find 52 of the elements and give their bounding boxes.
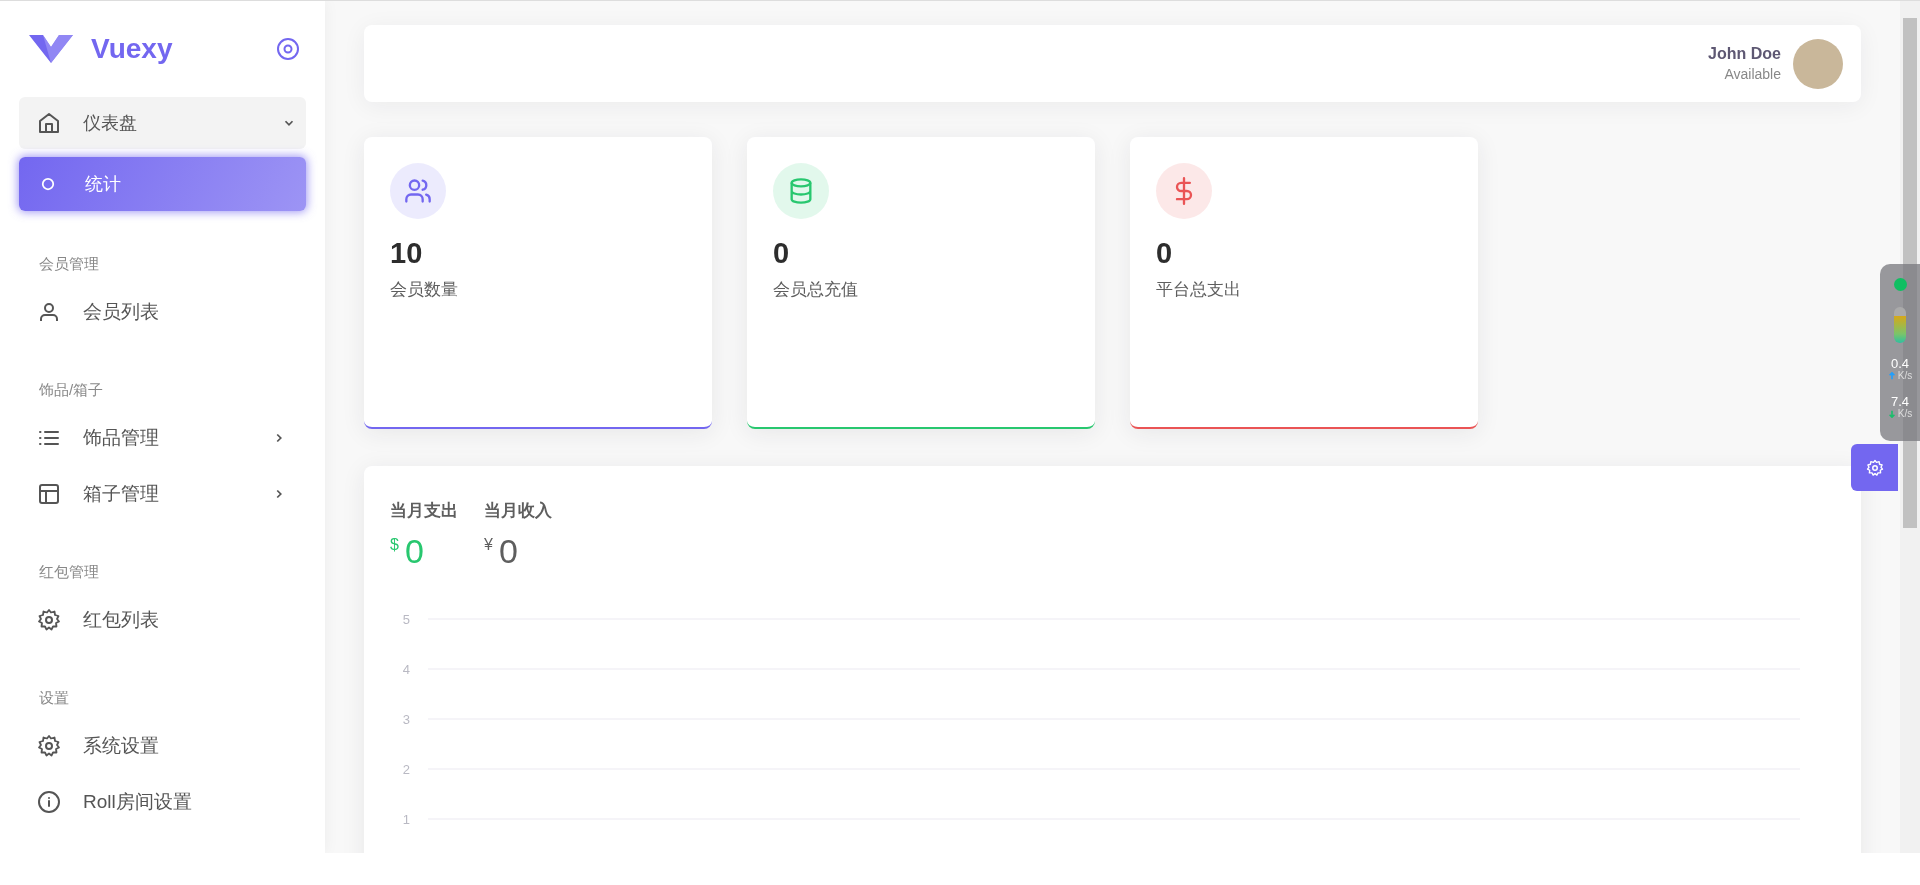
nav-section-heading: 会员管理 (39, 255, 100, 274)
y-axis-label: 4 (402, 662, 410, 677)
y-axis-label: 1 (402, 812, 410, 827)
up-arrow-icon (1887, 371, 1896, 380)
nav-section-heading: 红包管理 (39, 563, 100, 582)
layout-icon (37, 482, 61, 506)
nav-section-heading: 设置 (39, 689, 70, 708)
nav-item[interactable]: Roll房间设置 (19, 777, 306, 827)
nav-item[interactable]: 统计 (19, 157, 306, 211)
y-axis-label: 2 (402, 762, 410, 777)
user-status: Available (1724, 66, 1781, 82)
settings-button[interactable] (1851, 444, 1898, 491)
status-dot-icon (1893, 278, 1907, 291)
stat-value: 0 (773, 237, 791, 270)
currency-symbol: $ (390, 536, 399, 554)
summary-label: 当月收入 (484, 500, 552, 522)
speed-unit: K/s (1897, 370, 1913, 381)
settings-icon (37, 734, 61, 758)
summary-amount: 0 (404, 532, 424, 571)
nav-item[interactable]: 饰品管理 (19, 413, 306, 463)
stat-label: 平台总支出 (1156, 279, 1242, 301)
user-icon (37, 300, 61, 324)
stat-value: 0 (1156, 237, 1174, 270)
circle-icon (41, 177, 55, 191)
y-axis-label: 5 (402, 612, 410, 627)
currency-symbol: ¥ (484, 536, 493, 554)
stat-value: 10 (390, 237, 424, 270)
info-icon (37, 790, 61, 814)
nav-item[interactable]: 红包列表 (19, 595, 306, 645)
stat-label: 会员总充值 (773, 279, 859, 301)
home-icon (37, 111, 61, 135)
nav-section-heading: 饰品/箱子 (39, 381, 105, 400)
y-axis-label: 3 (402, 712, 410, 727)
summary-amount: 0 (498, 532, 518, 571)
upload-speed: 0.4 (1890, 357, 1910, 370)
logo-icon (29, 35, 73, 63)
nav-group-item[interactable]: 仪表盘 (19, 97, 306, 149)
nav-item[interactable]: 箱子管理 (19, 469, 306, 519)
settings-icon (37, 608, 61, 632)
users-icon (404, 177, 432, 205)
user-name: John Doe (1708, 45, 1781, 63)
nav-item[interactable]: 系统设置 (19, 721, 306, 771)
sidebar-toggle-icon[interactable] (276, 37, 300, 61)
download-speed: 7.4 (1890, 395, 1910, 408)
logo-text: Vuexy (91, 33, 174, 65)
settings-icon (1865, 458, 1884, 477)
nav-item[interactable]: 会员列表 (19, 287, 306, 337)
summary-label: 当月支出 (390, 500, 458, 522)
down-arrow-icon (1887, 409, 1896, 418)
meter-icon (1894, 307, 1906, 343)
speed-unit: K/s (1897, 408, 1913, 419)
stat-label: 会员数量 (390, 279, 459, 301)
